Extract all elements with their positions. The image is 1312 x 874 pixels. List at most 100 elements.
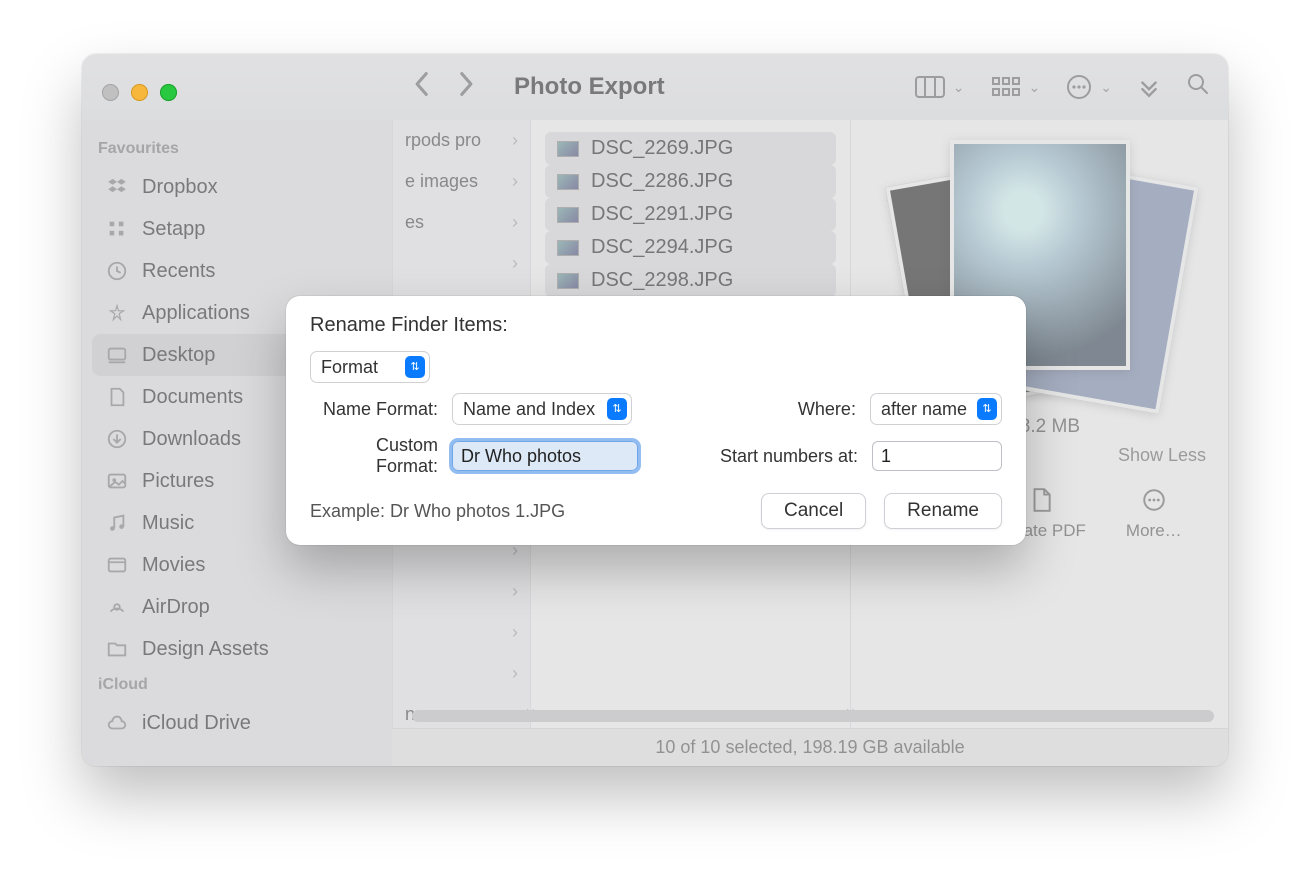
chevron-right-icon: › bbox=[512, 130, 518, 151]
select-caret-icon bbox=[607, 398, 627, 420]
example-text: Example: Dr Who photos 1.JPG bbox=[310, 501, 565, 522]
select-caret-icon bbox=[977, 398, 997, 420]
file-row[interactable]: DSC_2291.JPG bbox=[545, 198, 836, 231]
image-thumbnail-icon bbox=[557, 240, 579, 256]
sidebar-item-dropbox[interactable]: Dropbox bbox=[92, 166, 382, 208]
folder-icon bbox=[104, 636, 130, 662]
file-name: DSC_2298.JPG bbox=[591, 269, 733, 292]
image-thumbnail-icon bbox=[557, 174, 579, 190]
file-row[interactable]: DSC_2286.JPG bbox=[545, 165, 836, 198]
sidebar-item-label: Design Assets bbox=[142, 638, 269, 661]
setapp-icon bbox=[104, 216, 130, 242]
view-columns-icon[interactable] bbox=[915, 76, 945, 98]
file-row[interactable]: DSC_2298.JPG bbox=[545, 264, 836, 297]
image-thumbnail-icon bbox=[557, 273, 579, 289]
sidebar-item-setapp[interactable]: Setapp bbox=[92, 208, 382, 250]
toolbar: Photo Export ⌄ ⌄ ⌄ bbox=[82, 54, 1228, 120]
show-less-button[interactable]: Show Less bbox=[1118, 445, 1206, 466]
sidebar-item-label: Movies bbox=[142, 554, 205, 577]
chevron-right-icon: › bbox=[512, 171, 518, 192]
sidebar-item-label: Music bbox=[142, 512, 194, 535]
apps-icon bbox=[104, 300, 130, 326]
sidebar-item-label: Pictures bbox=[142, 470, 214, 493]
image-thumbnail-icon bbox=[557, 207, 579, 223]
desktop-icon bbox=[104, 342, 130, 368]
chevron-right-icon: › bbox=[512, 212, 518, 233]
where-label: Where: bbox=[798, 399, 856, 420]
sidebar-item-icloud-drive[interactable]: iCloud Drive bbox=[92, 702, 382, 744]
sidebar-item-recents[interactable]: Recents bbox=[92, 250, 382, 292]
name-format-value: Name and Index bbox=[463, 399, 595, 420]
file-name: DSC_2291.JPG bbox=[591, 203, 733, 226]
file-name: DSC_2286.JPG bbox=[591, 170, 733, 193]
close-button[interactable] bbox=[102, 84, 119, 101]
select-caret-icon bbox=[405, 356, 425, 378]
actions-menu-icon[interactable] bbox=[1066, 74, 1092, 100]
sidebar-item-label: Desktop bbox=[142, 344, 215, 367]
folder-item[interactable]: › bbox=[393, 612, 530, 653]
sidebar-group-heading: iCloud bbox=[92, 670, 382, 702]
window-controls bbox=[102, 84, 177, 101]
down-icon bbox=[104, 426, 130, 452]
view-columns-caret-icon[interactable]: ⌄ bbox=[953, 79, 965, 96]
sidebar-item-label: Downloads bbox=[142, 428, 241, 451]
cancel-button[interactable]: Cancel bbox=[761, 493, 866, 529]
toolbar-overflow-icon[interactable] bbox=[1138, 76, 1160, 98]
sidebar-item-design-assets[interactable]: Design Assets bbox=[92, 628, 382, 670]
sidebar-item-label: Applications bbox=[142, 302, 250, 325]
chevron-right-icon: › bbox=[512, 622, 518, 643]
sidebar-item-label: Recents bbox=[142, 260, 215, 283]
folder-item[interactable]: e images › bbox=[393, 161, 530, 202]
mode-select[interactable]: Format bbox=[310, 351, 430, 383]
start-numbers-label: Start numbers at: bbox=[720, 446, 858, 467]
folder-item[interactable]: rpods pro› bbox=[393, 120, 530, 161]
sidebar-item-label: Setapp bbox=[142, 218, 205, 241]
movies-icon bbox=[104, 552, 130, 578]
where-select[interactable]: after name bbox=[870, 393, 1002, 425]
chevron-right-icon: › bbox=[512, 663, 518, 684]
sidebar-item-label: Dropbox bbox=[142, 176, 218, 199]
nav-back-button[interactable] bbox=[412, 71, 430, 104]
airdrop-icon bbox=[104, 594, 130, 620]
window-title: Photo Export bbox=[514, 73, 665, 101]
pics-icon bbox=[104, 468, 130, 494]
custom-format-input[interactable] bbox=[452, 441, 638, 471]
rename-button[interactable]: Rename bbox=[884, 493, 1002, 529]
more-actions[interactable]: More… bbox=[1126, 487, 1182, 541]
folder-item[interactable]: › bbox=[393, 571, 530, 612]
sidebar-item-airdrop[interactable]: AirDrop bbox=[92, 586, 382, 628]
minimize-button[interactable] bbox=[131, 84, 148, 101]
folder-item[interactable]: es› bbox=[393, 202, 530, 243]
chevron-right-icon: › bbox=[512, 253, 518, 274]
dropbox-icon bbox=[104, 174, 130, 200]
docs-icon bbox=[104, 384, 130, 410]
file-row[interactable]: DSC_2269.JPG bbox=[545, 132, 836, 165]
file-name: DSC_2269.JPG bbox=[591, 137, 733, 160]
start-numbers-input[interactable] bbox=[872, 441, 1002, 471]
actions-menu-caret-icon[interactable]: ⌄ bbox=[1100, 79, 1112, 96]
image-thumbnail-icon bbox=[557, 141, 579, 157]
sidebar-item-label: iCloud Drive bbox=[142, 712, 251, 735]
sidebar-group-heading: Favourites bbox=[92, 134, 382, 166]
folder-item[interactable]: › bbox=[393, 653, 530, 694]
chevron-right-icon: › bbox=[512, 581, 518, 602]
grid-view-icon[interactable] bbox=[991, 76, 1021, 98]
more-icon bbox=[1141, 487, 1167, 513]
maximize-button[interactable] bbox=[160, 84, 177, 101]
sidebar-item-movies[interactable]: Movies bbox=[92, 544, 382, 586]
rename-dialog: Rename Finder Items: Format Name Format:… bbox=[286, 296, 1026, 545]
name-format-select[interactable]: Name and Index bbox=[452, 393, 632, 425]
custom-format-label: Custom Format: bbox=[310, 435, 438, 477]
sidebar-item-label: Documents bbox=[142, 386, 243, 409]
folder-item-label: e images bbox=[405, 171, 478, 192]
horizontal-scrollbar[interactable] bbox=[412, 710, 1214, 722]
nav-forward-button[interactable] bbox=[458, 71, 476, 104]
name-format-label: Name Format: bbox=[310, 399, 438, 420]
where-value: after name bbox=[881, 399, 967, 420]
grid-view-caret-icon[interactable]: ⌄ bbox=[1029, 79, 1041, 96]
file-row[interactable]: DSC_2294.JPG bbox=[545, 231, 836, 264]
folder-item[interactable]: › bbox=[393, 243, 530, 284]
status-bar: 10 of 10 selected, 198.19 GB available bbox=[392, 728, 1228, 766]
search-icon[interactable] bbox=[1186, 72, 1210, 102]
cloud-icon bbox=[104, 710, 130, 736]
